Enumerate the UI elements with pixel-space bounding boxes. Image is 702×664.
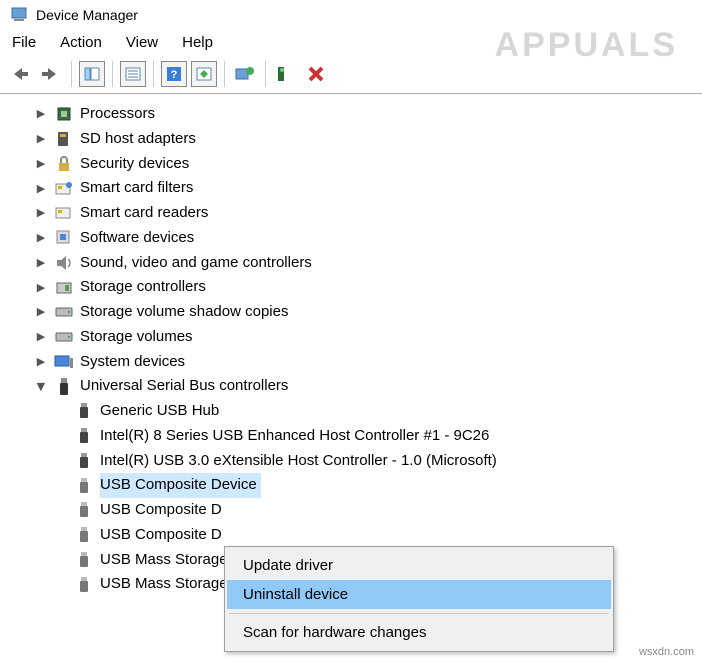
cpu-icon	[54, 104, 74, 124]
context-uninstall-device[interactable]: Uninstall device	[227, 580, 611, 609]
tree-item-software[interactable]: ▶ Software devices	[12, 226, 702, 251]
chevron-right-icon[interactable]: ▶	[34, 180, 48, 198]
tree-item-security[interactable]: ▶ Security devices	[12, 152, 702, 177]
tree-item-processors[interactable]: ▶ Processors	[12, 102, 702, 127]
chevron-right-icon[interactable]: ▶	[34, 279, 48, 297]
tree-label: Storage controllers	[80, 275, 206, 300]
uninstall-device-button[interactable]	[273, 61, 299, 87]
storage-icon	[54, 278, 74, 298]
menu-file[interactable]: File	[12, 34, 36, 51]
chevron-right-icon[interactable]: ▶	[34, 303, 48, 321]
software-icon	[54, 228, 74, 248]
tree-label: Storage volumes	[80, 325, 193, 350]
tree-label: USB Mass Storage	[100, 548, 228, 573]
tree-label: USB Mass Storage	[100, 572, 228, 597]
usb-icon	[74, 401, 94, 421]
tree-label: Generic USB Hub	[100, 399, 219, 424]
tree-item-storage-ctrl[interactable]: ▶ Storage controllers	[12, 275, 702, 300]
help-button[interactable]: ?	[161, 61, 187, 87]
chevron-right-icon[interactable]: ▶	[34, 130, 48, 148]
scan-hardware-button[interactable]	[191, 61, 217, 87]
chevron-right-icon[interactable]: ▶	[34, 229, 48, 247]
menu-action[interactable]: Action	[60, 34, 102, 51]
chevron-down-icon[interactable]: ▶	[32, 380, 50, 394]
chevron-right-icon[interactable]: ▶	[34, 204, 48, 222]
usb-icon	[74, 476, 94, 496]
tree-item-system[interactable]: ▶ System devices	[12, 350, 702, 375]
tree-item-usb-child[interactable]: Intel(R) USB 3.0 eXtensible Host Control…	[12, 449, 702, 474]
tree-label: Processors	[80, 102, 155, 127]
card-icon	[54, 179, 74, 199]
properties-button[interactable]	[120, 61, 146, 87]
context-menu: Update driver Uninstall device Scan for …	[224, 546, 614, 652]
tree-item-usb-child[interactable]: USB Composite D	[12, 498, 702, 523]
tree-label: Software devices	[80, 226, 194, 251]
context-scan-hardware[interactable]: Scan for hardware changes	[227, 618, 611, 647]
tree-label: Storage volume shadow copies	[80, 300, 288, 325]
tree-label: SD host adapters	[80, 127, 196, 152]
tree-label: Sound, video and game controllers	[80, 251, 312, 276]
usb-icon	[54, 377, 74, 397]
usb-icon	[74, 451, 94, 471]
toolbar: ?	[0, 59, 702, 94]
audio-icon	[54, 253, 74, 273]
chevron-right-icon[interactable]: ▶	[34, 155, 48, 173]
update-driver-button[interactable]	[232, 61, 258, 87]
menubar: File Action View Help	[0, 28, 702, 59]
device-tree[interactable]: ▶ Processors ▶ SD host adapters ▶ Securi…	[0, 98, 702, 597]
usb-icon	[74, 525, 94, 545]
tree-label: Smart card filters	[80, 176, 193, 201]
chevron-right-icon[interactable]: ▶	[34, 353, 48, 371]
tree-label: USB Composite D	[100, 523, 222, 548]
forward-button[interactable]	[38, 61, 64, 87]
tree-label: System devices	[80, 350, 185, 375]
tree-item-usb-child[interactable]: Generic USB Hub	[12, 399, 702, 424]
titlebar: Device Manager	[0, 0, 702, 28]
tree-item-smart-filter[interactable]: ▶ Smart card filters	[12, 176, 702, 201]
usb-icon	[74, 500, 94, 520]
tree-item-sound[interactable]: ▶ Sound, video and game controllers	[12, 251, 702, 276]
tree-item-usb[interactable]: ▶ Universal Serial Bus controllers	[12, 374, 702, 399]
usb-icon	[74, 575, 94, 595]
tree-label: Intel(R) USB 3.0 eXtensible Host Control…	[100, 449, 497, 474]
image-credit: wsxdn.com	[639, 646, 694, 658]
tree-item-usb-child[interactable]: USB Composite D	[12, 523, 702, 548]
tree-label: Universal Serial Bus controllers	[80, 374, 288, 399]
window-title: Device Manager	[36, 7, 138, 23]
tree-item-shadow[interactable]: ▶ Storage volume shadow copies	[12, 300, 702, 325]
lock-icon	[54, 154, 74, 174]
tree-label: USB Composite D	[100, 498, 222, 523]
tree-label: USB Composite Device	[100, 473, 261, 498]
menu-help[interactable]: Help	[182, 34, 213, 51]
app-icon	[10, 6, 28, 24]
show-hide-tree-button[interactable]	[79, 61, 105, 87]
tree-item-usb-child[interactable]: Intel(R) 8 Series USB Enhanced Host Cont…	[12, 424, 702, 449]
tree-item-sd-host[interactable]: ▶ SD host adapters	[12, 127, 702, 152]
tree-item-volumes[interactable]: ▶ Storage volumes	[12, 325, 702, 350]
disable-device-button[interactable]	[303, 61, 329, 87]
tree-item-usb-composite-selected[interactable]: USB Composite Device	[12, 473, 702, 498]
sd-icon	[54, 129, 74, 149]
tree-label: Smart card readers	[80, 201, 208, 226]
tree-label: Security devices	[80, 152, 189, 177]
menu-separator	[229, 613, 609, 614]
reader-icon	[54, 203, 74, 223]
menu-view[interactable]: View	[126, 34, 158, 51]
tree-item-smart-reader[interactable]: ▶ Smart card readers	[12, 201, 702, 226]
svg-text:?: ?	[171, 69, 178, 81]
tree-label: Intel(R) 8 Series USB Enhanced Host Cont…	[100, 424, 489, 449]
drive-icon	[54, 302, 74, 322]
chevron-right-icon[interactable]: ▶	[34, 105, 48, 123]
usb-icon	[74, 426, 94, 446]
chevron-right-icon[interactable]: ▶	[34, 328, 48, 346]
pc-icon	[54, 352, 74, 372]
chevron-right-icon[interactable]: ▶	[34, 254, 48, 272]
back-button[interactable]	[8, 61, 34, 87]
drive-icon	[54, 327, 74, 347]
context-update-driver[interactable]: Update driver	[227, 551, 611, 580]
usb-icon	[74, 550, 94, 570]
